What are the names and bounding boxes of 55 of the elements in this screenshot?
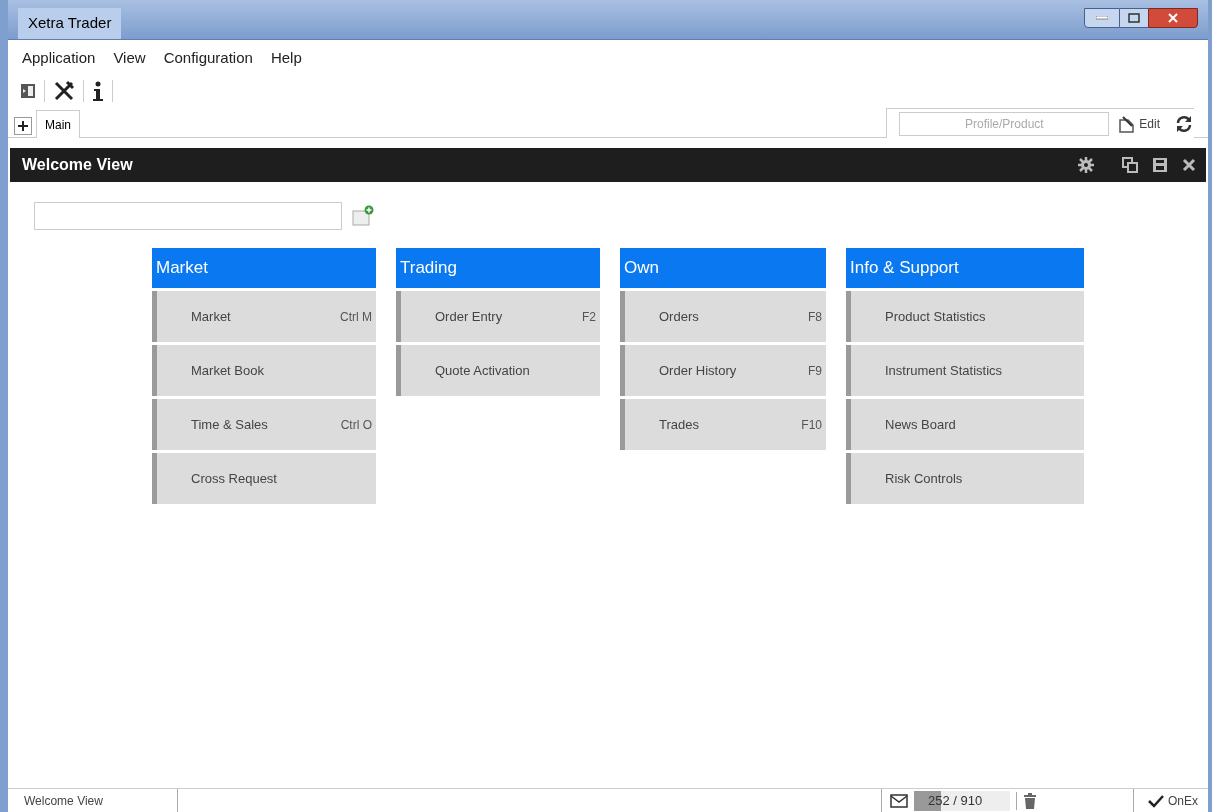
minimize-icon [1096,16,1108,20]
check-icon [1148,793,1164,808]
menu-tile[interactable]: Product Statistics [846,291,1084,342]
menu-item[interactable]: View [113,46,146,70]
windows-icon[interactable] [1122,157,1138,173]
tools-icon[interactable] [53,80,75,102]
group-header: Trading [396,248,600,288]
shortcut-label: F10 [801,416,822,434]
edit-button[interactable]: Edit [1117,114,1160,133]
menu-tile[interactable]: Time & Sales Ctrl O [152,399,376,450]
maximize-icon [1128,13,1140,23]
search-field[interactable] [34,202,342,230]
menu-tile[interactable]: Order Entry F2 [396,291,600,342]
profile-field[interactable]: Profile/Product [899,111,1110,136]
add-tab-button[interactable] [14,117,32,135]
group-header: Own [620,248,826,288]
view-title: Welcome View [22,155,133,175]
menu-item[interactable]: Help [270,46,302,70]
save-icon[interactable] [1152,157,1168,173]
menu-tile[interactable]: Risk Controls [846,453,1084,504]
group-header: Info & Support [846,248,1084,288]
trash-icon[interactable] [1023,792,1037,809]
close-button[interactable] [1148,8,1198,28]
menu-tile[interactable]: Market Ctrl M [152,291,376,342]
menu-item[interactable]: Configuration [163,46,253,70]
window-title: Xetra Trader [18,8,122,39]
connection-status: OnEx [1168,792,1198,810]
shortcut-label: Ctrl M [340,308,372,326]
shortcut-label: F2 [582,308,596,326]
menu-tile[interactable]: Trades F10 [620,399,826,450]
close-icon [1168,13,1178,23]
refresh-icon[interactable] [1174,114,1194,133]
plus-icon [17,120,29,132]
info-icon[interactable] [92,80,104,102]
add-icon[interactable] [352,205,374,227]
menu-item[interactable]: Application [22,46,96,70]
shortcut-label: F9 [808,362,822,380]
tab[interactable]: Main [36,110,80,138]
mail-icon[interactable] [890,793,908,808]
shortcut-label: Ctrl O [340,416,372,434]
maximize-button[interactable] [1120,8,1148,28]
group-header: Market [152,248,376,288]
menu-tile[interactable]: Order History F9 [620,345,826,396]
menu-tile[interactable]: Instrument Statistics [846,345,1084,396]
menu-tile[interactable]: Market Book [152,345,376,396]
settings-icon[interactable] [1078,157,1094,173]
menu-tile[interactable]: News Board [846,399,1084,450]
status-text: Welcome View [8,789,178,812]
menu-tile[interactable]: Orders F8 [620,291,826,342]
minimize-button[interactable] [1084,8,1120,28]
menu-tile[interactable]: Cross Request [152,453,376,504]
shortcut-label: F8 [808,308,822,326]
menu-tile[interactable]: Quote Activation [396,345,600,396]
close-icon[interactable] [1182,158,1196,172]
panel-icon[interactable] [20,83,36,99]
